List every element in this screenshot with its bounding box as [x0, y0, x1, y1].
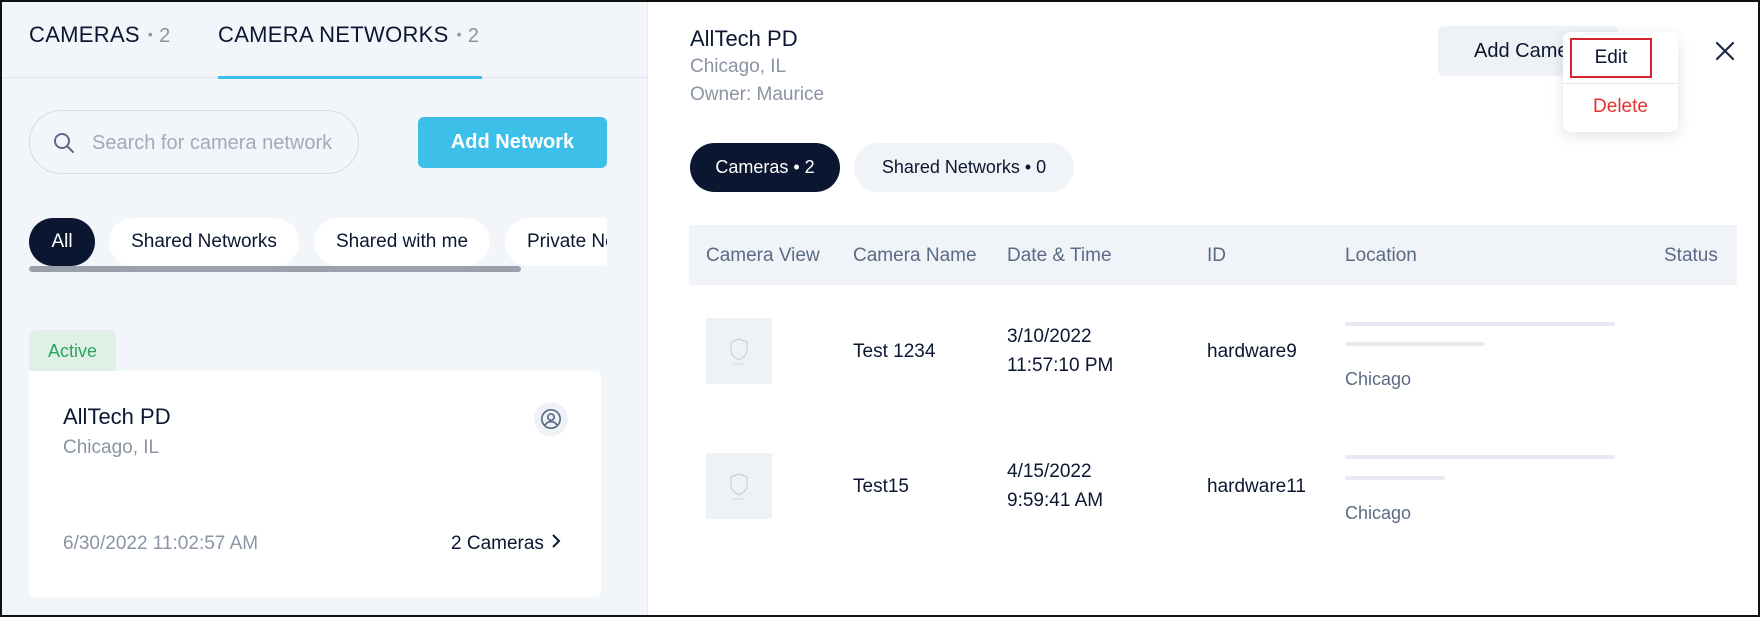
- filter-all[interactable]: All: [29, 218, 95, 266]
- network-actions-menu: Edit Delete: [1563, 32, 1678, 132]
- camera-time: 9:59:41 AM: [1007, 490, 1104, 511]
- network-card-date: 6/30/2022 11:02:57 AM: [63, 533, 259, 554]
- table-header: Camera View Camera Name Date & Time ID L…: [689, 225, 1737, 285]
- edit-menu-item[interactable]: Edit: [1570, 38, 1652, 78]
- location-redacted: [1345, 455, 1615, 459]
- cameras-link[interactable]: 2 Cameras: [451, 533, 562, 555]
- camera-date: 4/15/2022: [1007, 461, 1092, 482]
- status-badge: Active: [29, 330, 116, 372]
- tab-cameras-count: 2: [159, 25, 171, 47]
- top-tabs: CAMERAS • 2 CAMERA NETWORKS • 2: [0, 0, 648, 79]
- tab-camera-networks-label: CAMERA NETWORKS: [218, 22, 449, 47]
- tab-cameras-detail[interactable]: Cameras • 2: [690, 143, 840, 192]
- column-status: Status: [1664, 245, 1718, 266]
- delete-menu-item[interactable]: Delete: [1563, 88, 1678, 126]
- camera-time: 11:57:10 PM: [1007, 355, 1114, 376]
- search-icon: [54, 133, 74, 153]
- column-id: ID: [1207, 245, 1226, 266]
- separator-dot: •: [456, 26, 462, 42]
- camera-name: Test 1234: [853, 341, 936, 362]
- chevron-right-icon: [552, 534, 561, 548]
- camera-date: 3/10/2022: [1007, 326, 1092, 347]
- camera-id: hardware9: [1207, 341, 1297, 362]
- cameras-link-label: 2 Cameras: [451, 533, 544, 554]
- network-card[interactable]: AllTech PD Chicago, IL 6/30/2022 11:02:5…: [29, 371, 601, 597]
- separator-dot: •: [147, 26, 154, 42]
- network-search[interactable]: [29, 110, 359, 174]
- add-network-button[interactable]: Add Network: [418, 117, 607, 168]
- column-date-time: Date & Time: [1007, 245, 1112, 266]
- detail-location: Chicago, IL: [690, 56, 787, 77]
- tab-shared-networks-detail[interactable]: Shared Networks • 0: [854, 143, 1074, 192]
- location-redacted: [1345, 342, 1485, 346]
- detail-title: AllTech PD: [690, 26, 798, 51]
- column-camera-view: Camera View: [706, 245, 820, 266]
- camera-thumbnail[interactable]: [706, 453, 772, 519]
- detail-owner: Owner: Maurice: [690, 84, 825, 105]
- tab-camera-networks-count: 2: [467, 25, 480, 47]
- tab-cameras[interactable]: CAMERAS • 2: [29, 22, 171, 48]
- tab-camera-networks[interactable]: CAMERA NETWORKS • 2: [218, 22, 479, 48]
- networks-panel: CAMERAS•2 CAMERA NETWORKS•2 Add Network …: [0, 0, 648, 617]
- table-row[interactable]: Test15 4/15/2022 9:59:41 AM hardware11 C…: [689, 426, 1737, 546]
- filter-shared-networks[interactable]: Shared Networks: [109, 218, 299, 266]
- table-row[interactable]: Test 1234 3/10/2022 11:57:10 PM hardware…: [689, 292, 1737, 412]
- search-input[interactable]: [92, 125, 352, 161]
- column-location: Location: [1345, 245, 1417, 266]
- filter-private-networks[interactable]: Private Ne: [505, 218, 607, 266]
- shield-icon: [730, 338, 748, 365]
- location-redacted: [1345, 322, 1615, 326]
- camera-location-city: Chicago: [1345, 503, 1412, 523]
- user-circle-icon: [534, 402, 568, 436]
- filter-chips: All Shared Networks Shared with me Priva…: [29, 218, 607, 270]
- tab-cameras-label: CAMERAS: [29, 22, 140, 47]
- active-tab-indicator: [218, 76, 482, 79]
- location-redacted: [1345, 476, 1445, 480]
- camera-location-city: Chicago: [1345, 369, 1412, 389]
- network-card-location: Chicago, IL: [63, 437, 160, 458]
- column-camera-name: Camera Name: [853, 245, 977, 266]
- camera-name: Test15: [853, 476, 909, 497]
- network-card-title: AllTech PD: [63, 404, 171, 429]
- camera-thumbnail[interactable]: [706, 318, 772, 384]
- close-icon[interactable]: [1712, 38, 1738, 64]
- shield-icon: [730, 473, 748, 500]
- camera-id: hardware11: [1207, 476, 1306, 497]
- filter-shared-with-me[interactable]: Shared with me: [314, 218, 490, 266]
- menu-divider: [1563, 83, 1678, 84]
- filters-scrollbar[interactable]: [29, 266, 521, 272]
